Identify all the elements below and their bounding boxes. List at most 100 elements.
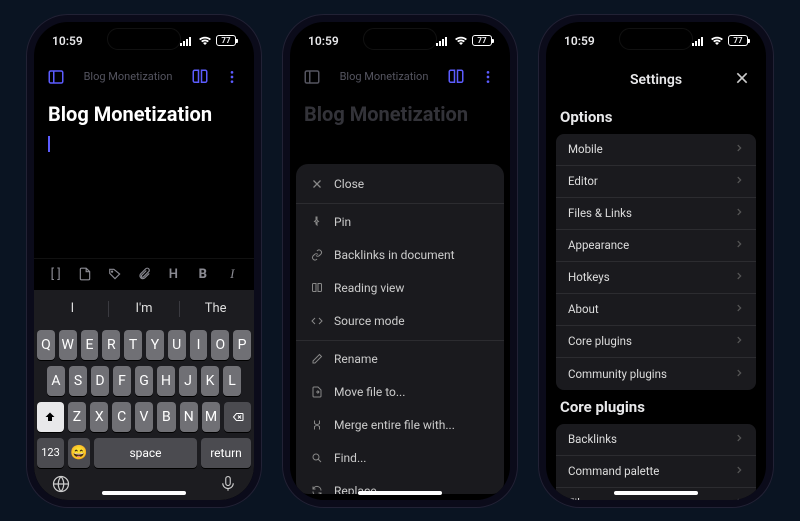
ios-keyboard[interactable]: I I'm The QWERTYUIOP ASDFGHJKL ZXCVBNM (34, 290, 254, 500)
reading-view-icon[interactable] (188, 65, 212, 89)
key-p[interactable]: P (233, 330, 251, 360)
section-coreplugins-title: Core plugins (556, 390, 756, 424)
emoji-key[interactable]: 😄 (68, 438, 90, 468)
more-options-icon[interactable] (476, 65, 500, 89)
italic-icon[interactable]: I (221, 262, 244, 286)
sheet-item[interactable]: Reading view (296, 272, 504, 305)
list-item[interactable]: Core plugins (556, 326, 756, 358)
list-item[interactable]: Backlinks (556, 424, 756, 456)
globe-icon[interactable] (51, 474, 71, 494)
sheet-item-label: Backlinks in document (334, 248, 455, 262)
mic-icon[interactable] (219, 474, 237, 494)
reading-view-icon[interactable] (444, 65, 468, 89)
format-toolbar: [ ] H B I (34, 258, 254, 290)
sheet-item-label: Move file to... (334, 385, 405, 399)
sheet-item-label: Find... (334, 451, 366, 465)
home-indicator[interactable] (358, 491, 442, 495)
key-s[interactable]: S (69, 366, 87, 396)
key-i[interactable]: I (190, 330, 208, 360)
wifi-icon (198, 36, 212, 46)
list-item-label: Community plugins (568, 367, 667, 381)
return-key[interactable]: return (201, 438, 251, 468)
suggestion-2[interactable]: I'm (109, 301, 180, 316)
document-title[interactable]: Blog Monetization (48, 102, 240, 126)
dynamic-island (363, 28, 437, 50)
suggestion-bar: I I'm The (37, 294, 251, 324)
home-indicator[interactable] (614, 491, 698, 495)
list-item-label: Editor (568, 174, 598, 188)
key-w[interactable]: W (59, 330, 77, 360)
bold-icon[interactable]: B (191, 262, 214, 286)
battery-indicator: 77 (472, 35, 492, 46)
list-item[interactable]: Community plugins (556, 358, 756, 390)
more-options-icon[interactable] (220, 65, 244, 89)
key-t[interactable]: T (124, 330, 142, 360)
key-l[interactable]: L (223, 366, 241, 396)
list-item-label: Files & Links (568, 206, 632, 220)
key-h[interactable]: H (157, 366, 175, 396)
replace-icon (310, 485, 324, 494)
key-m[interactable]: M (202, 402, 220, 432)
backspace-key[interactable] (224, 402, 251, 432)
status-time: 10:59 (564, 34, 595, 48)
key-q[interactable]: Q (37, 330, 55, 360)
key-r[interactable]: R (102, 330, 120, 360)
list-item[interactable]: Hotkeys (556, 262, 756, 294)
sheet-item[interactable]: Pin (296, 206, 504, 239)
list-item[interactable]: Appearance (556, 230, 756, 262)
heading-icon[interactable]: H (162, 262, 185, 286)
text-cursor (48, 136, 50, 152)
sidebar-left-icon[interactable] (44, 65, 68, 89)
sheet-item[interactable]: Source mode (296, 305, 504, 338)
sheet-item[interactable]: Move file to... (296, 376, 504, 409)
settings-body[interactable]: Options MobileEditorFiles & LinksAppeara… (546, 100, 766, 500)
sheet-item[interactable]: Find... (296, 442, 504, 475)
brackets-icon[interactable]: [ ] (44, 262, 67, 286)
chevron-right-icon (734, 270, 744, 284)
key-k[interactable]: K (201, 366, 219, 396)
coreplugins-list: BacklinksCommand paletteFile recoveryNot… (556, 424, 756, 500)
key-a[interactable]: A (47, 366, 65, 396)
key-x[interactable]: X (90, 402, 108, 432)
key-f[interactable]: F (113, 366, 131, 396)
key-e[interactable]: E (81, 330, 99, 360)
key-c[interactable]: C (112, 402, 130, 432)
key-n[interactable]: N (180, 402, 198, 432)
suggestion-3[interactable]: The (180, 301, 251, 316)
file-icon[interactable] (73, 262, 96, 286)
sheet-item[interactable]: Merge entire file with... (296, 409, 504, 442)
key-d[interactable]: D (91, 366, 109, 396)
find-icon (310, 452, 324, 464)
home-indicator[interactable] (102, 491, 186, 495)
key-o[interactable]: O (211, 330, 229, 360)
key-z[interactable]: Z (68, 402, 86, 432)
list-item[interactable]: Command palette (556, 456, 756, 488)
key-u[interactable]: U (168, 330, 186, 360)
sheet-item[interactable]: Backlinks in document (296, 239, 504, 272)
key-v[interactable]: V (135, 402, 153, 432)
close-settings-icon[interactable] (734, 70, 754, 90)
key-j[interactable]: J (179, 366, 197, 396)
sidebar-left-icon[interactable] (300, 65, 324, 89)
space-key[interactable]: space (94, 438, 197, 468)
phone-3: 10:59 77 Settings (538, 14, 774, 508)
status-time: 10:59 (52, 34, 83, 48)
sheet-item[interactable]: Rename (296, 343, 504, 376)
list-item[interactable]: Mobile (556, 134, 756, 166)
shift-key[interactable] (37, 402, 64, 432)
numbers-key[interactable]: 123 (37, 438, 64, 468)
attach-icon[interactable] (132, 262, 155, 286)
suggestion-1[interactable]: I (37, 301, 108, 316)
sheet-close[interactable]: Close (296, 168, 504, 201)
wifi-icon (710, 36, 724, 46)
key-b[interactable]: B (157, 402, 175, 432)
list-item[interactable]: Files & Links (556, 198, 756, 230)
list-item[interactable]: About (556, 294, 756, 326)
key-g[interactable]: G (135, 366, 153, 396)
editor-content[interactable]: Blog Monetization (34, 94, 254, 258)
app-header: Blog Monetization (34, 60, 254, 94)
tag-icon[interactable] (103, 262, 126, 286)
sheet-item-label: Source mode (334, 314, 405, 328)
key-y[interactable]: Y (146, 330, 164, 360)
list-item[interactable]: Editor (556, 166, 756, 198)
